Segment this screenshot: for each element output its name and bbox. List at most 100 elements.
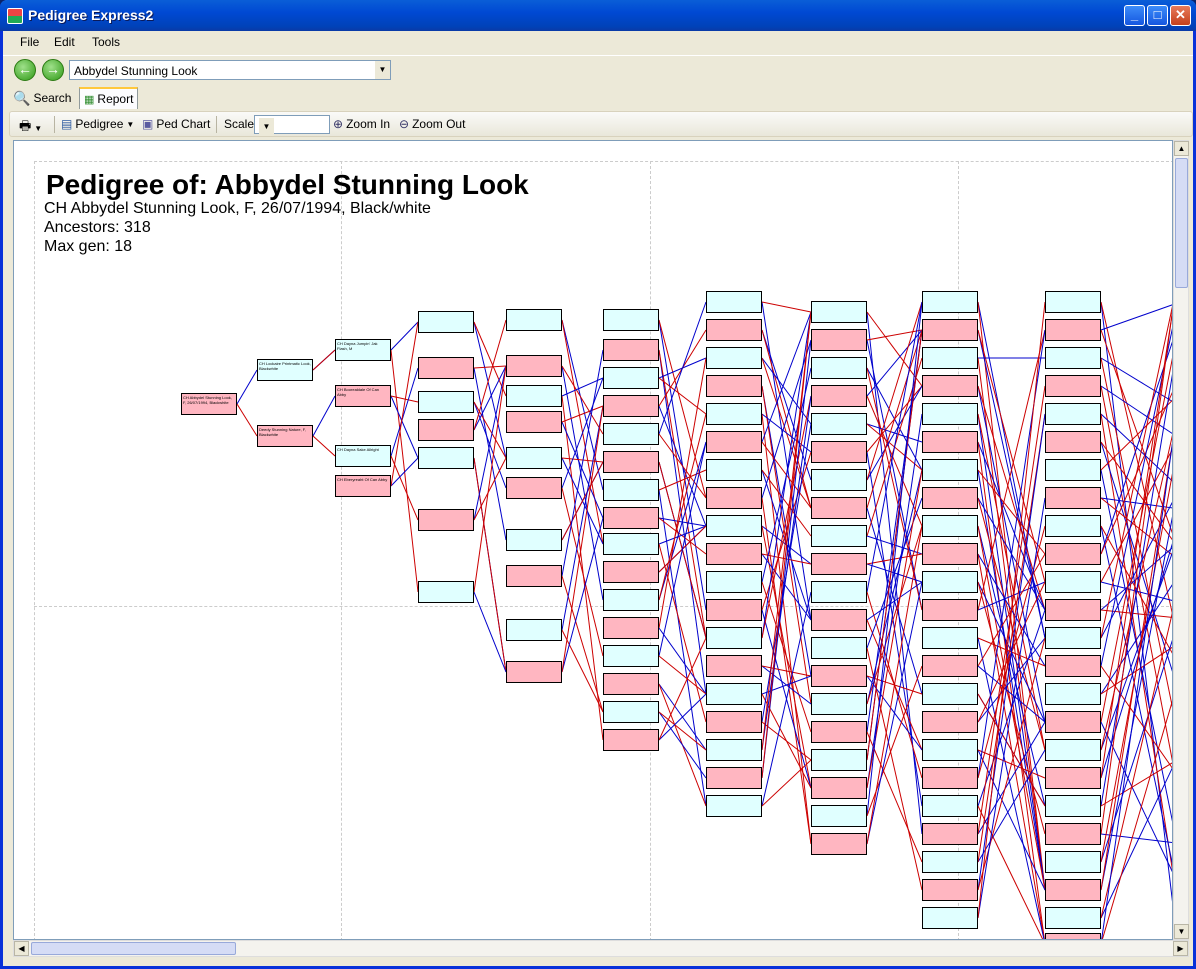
pedigree-node[interactable] [1045,291,1101,313]
pedigree-node[interactable] [506,385,562,407]
pedigree-node[interactable] [922,683,978,705]
pedigree-node[interactable] [811,553,867,575]
chevron-down-icon[interactable]: ▼ [259,118,274,136]
pedigree-node[interactable] [506,411,562,433]
pedigree-node[interactable] [706,655,762,677]
pedigree-node[interactable] [1045,907,1101,929]
pedigree-node[interactable] [1045,403,1101,425]
pedigree-node[interactable] [506,477,562,499]
pedigree-node[interactable] [418,357,474,379]
pedigree-node[interactable] [1045,683,1101,705]
pedigree-node[interactable] [811,357,867,379]
pedigree-node[interactable] [706,543,762,565]
pedigree-node[interactable] [811,609,867,631]
pedigree-node[interactable] [922,403,978,425]
pedigree-node[interactable] [418,419,474,441]
pedigree-node[interactable] [706,683,762,705]
pedigree-node[interactable] [811,581,867,603]
pedigree-node[interactable] [603,533,659,555]
pedigree-node[interactable] [706,767,762,789]
pedigree-node[interactable] [922,571,978,593]
pedigree-node[interactable] [811,497,867,519]
pedigree-node[interactable] [1045,711,1101,733]
pedigree-node[interactable] [706,375,762,397]
pedigree-node[interactable] [1045,851,1101,873]
pedigree-node[interactable] [811,637,867,659]
pedigree-node[interactable] [922,851,978,873]
print-button[interactable]: 🖶 ▼ [19,117,42,139]
pedigree-node[interactable] [1045,823,1101,845]
tab-report[interactable]: ▦ Report [79,87,139,109]
pedigree-node[interactable] [603,423,659,445]
pedigree-node[interactable] [922,599,978,621]
pedigree-node[interactable]: CH Boorealdale Of Can Abby [335,385,391,407]
pedigree-node[interactable] [418,311,474,333]
pedigree-node[interactable] [922,655,978,677]
pedigree-node[interactable] [922,907,978,929]
pedigree-node[interactable] [603,617,659,639]
pedigree-node[interactable] [922,487,978,509]
horizontal-scroll-thumb[interactable] [31,942,236,955]
pedigree-node[interactable] [506,565,562,587]
pedigree-node[interactable] [922,431,978,453]
pedigree-node[interactable] [811,777,867,799]
pedigree-node[interactable] [706,711,762,733]
vertical-scroll-thumb[interactable] [1175,158,1188,288]
pedigree-node[interactable] [811,525,867,547]
pedigree-node[interactable] [811,665,867,687]
pedigree-node[interactable] [1045,375,1101,397]
vertical-scrollbar[interactable]: ▲ ▼ [1173,140,1189,940]
pedigree-node[interactable]: CH Eberyreaht Of Can Abby [335,475,391,497]
pedigree-node[interactable] [1045,599,1101,621]
pedigree-node[interactable] [418,581,474,603]
pedigree-node[interactable] [1045,543,1101,565]
pedigree-node[interactable] [706,515,762,537]
pedigree-node[interactable] [506,447,562,469]
pedigree-node[interactable] [506,529,562,551]
pedigree-node[interactable] [811,329,867,351]
pedigree-node[interactable]: CH Dayna Sake Allright [335,445,391,467]
pedigree-node[interactable] [811,721,867,743]
pedigree-node[interactable] [922,795,978,817]
pedigree-node[interactable] [1045,879,1101,901]
pedigree-node[interactable]: Deedy Stunning Nature, F, Blackwhite [257,425,313,447]
scale-combo[interactable]: 40 ▼ [254,115,330,136]
pedigree-node[interactable] [603,309,659,331]
pedigree-node[interactable] [1045,431,1101,453]
pedigree-node[interactable] [506,355,562,377]
pedigree-node[interactable] [922,739,978,761]
pedigree-node[interactable] [706,739,762,761]
pedigree-node[interactable] [1045,627,1101,649]
pedigree-node[interactable] [706,347,762,369]
scroll-down-icon[interactable]: ▼ [1174,924,1189,939]
pedigree-node[interactable] [706,487,762,509]
pedigree-node[interactable] [922,291,978,313]
pedigree-node[interactable] [1045,515,1101,537]
minimize-button[interactable]: _ [1124,5,1145,26]
pedigree-node[interactable] [1045,739,1101,761]
pedigree-node[interactable] [706,459,762,481]
pedigree-node[interactable] [506,309,562,331]
pedigree-node[interactable] [706,795,762,817]
ped-chart-button[interactable]: ▣ Ped Chart [142,117,210,131]
pedigree-node[interactable] [922,711,978,733]
zoom-in-button[interactable]: ⊕ Zoom In [333,117,390,131]
scroll-right-icon[interactable]: ▶ [1173,941,1188,956]
pedigree-node[interactable]: CH Dayna Jumpin' Jak Flash, M [335,339,391,361]
pedigree-node[interactable] [922,543,978,565]
pedigree-node[interactable] [603,395,659,417]
pedigree-node[interactable] [603,589,659,611]
pedigree-node[interactable] [706,431,762,453]
pedigree-node[interactable] [603,507,659,529]
pedigree-node[interactable] [922,515,978,537]
pedigree-node[interactable] [922,767,978,789]
pedigree-node[interactable] [811,805,867,827]
dog-name-combo[interactable]: Abbydel Stunning Look ▼ [69,60,391,80]
pedigree-node[interactable] [603,729,659,751]
title-bar[interactable]: Pedigree Express2 _ □ ✕ [0,0,1196,31]
scroll-up-icon[interactable]: ▲ [1174,141,1189,156]
horizontal-scrollbar[interactable]: ◀ ▶ [13,940,1189,957]
pedigree-node[interactable] [922,879,978,901]
pedigree-node[interactable] [922,459,978,481]
forward-arrow-icon[interactable]: → [42,59,64,81]
